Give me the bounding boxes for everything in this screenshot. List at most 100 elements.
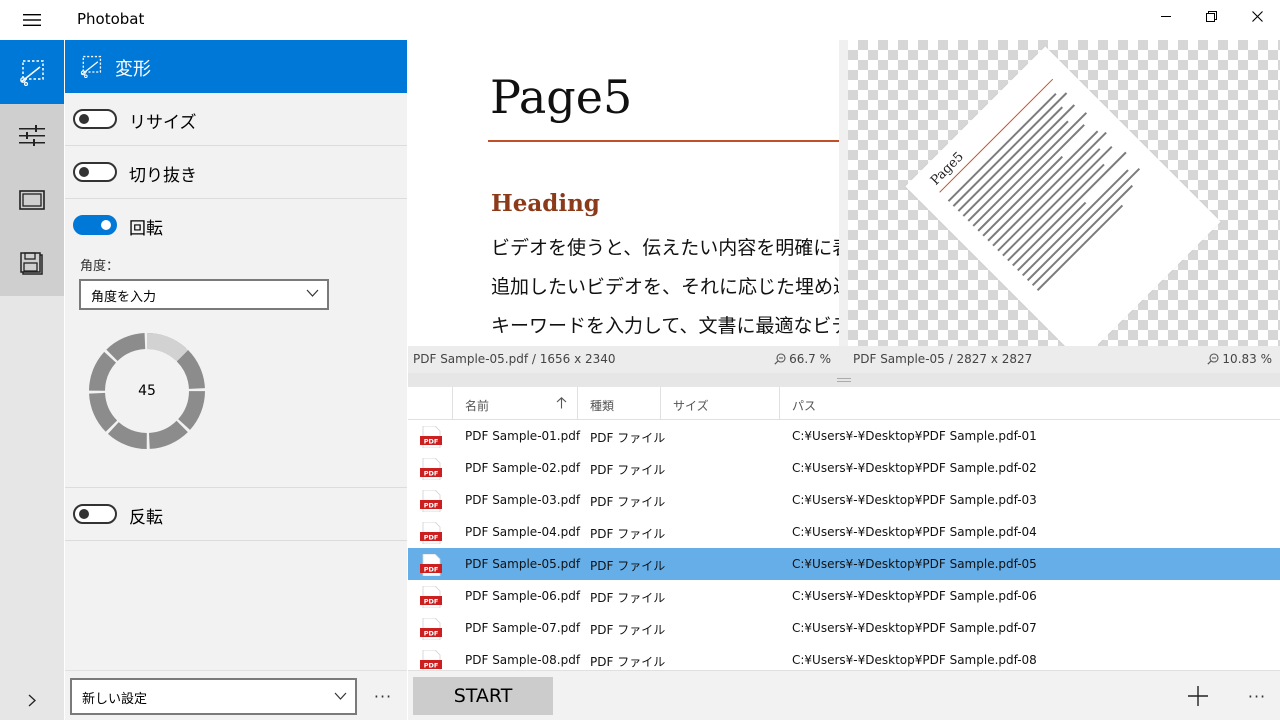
rotate-label: 回転 <box>129 219 163 239</box>
column-size[interactable]: サイズ <box>661 387 780 419</box>
file-path: C:¥Users¥-¥Desktop¥PDF Sample.pdf-01 <box>792 429 1037 443</box>
file-path: C:¥Users¥-¥Desktop¥PDF Sample.pdf-02 <box>792 461 1037 475</box>
file-type: PDF ファイル <box>590 495 666 509</box>
start-button[interactable]: START <box>413 677 553 715</box>
preview-text-line: ビデオを使うと、伝えたい内容を明確に表 <box>491 237 839 259</box>
column-size-label: サイズ <box>673 399 709 413</box>
file-name: PDF Sample-07.pdf <box>465 621 581 635</box>
result-zoom-value: 10.83 % <box>1222 352 1272 366</box>
file-type: PDF ファイル <box>590 527 666 541</box>
angle-value: 45 <box>138 383 156 399</box>
zoom-icon <box>1207 353 1219 365</box>
rail-expand-button[interactable] <box>0 680 64 720</box>
table-row[interactable]: PDF PDF Sample-03.pdf PDF ファイル C:¥Users¥-¥D… <box>408 484 1280 516</box>
file-type: PDF ファイル <box>590 623 666 637</box>
app-title: Photobat <box>77 10 145 28</box>
restore-button[interactable] <box>1188 0 1234 32</box>
pdf-file-icon: PDF <box>420 490 442 512</box>
pane-splitter[interactable] <box>408 373 1280 387</box>
close-button[interactable] <box>1234 0 1280 32</box>
pdf-icon-label: PDF <box>424 501 439 509</box>
title-bar: Photobat <box>0 0 1280 40</box>
rail-item-frame[interactable] <box>0 168 64 232</box>
table-row[interactable]: PDF PDF Sample-07.pdf PDF ファイル C:¥Users¥-¥D… <box>408 612 1280 644</box>
panel-title: 変形 <box>115 59 151 80</box>
preset-dropdown-value: 新しい設定 <box>82 692 148 707</box>
table-row[interactable]: PDF PDF Sample-01.pdf PDF ファイル C:¥Users¥-¥D… <box>408 420 1280 452</box>
file-type: PDF ファイル <box>590 655 666 669</box>
result-preview[interactable]: Page5 <box>848 40 1280 346</box>
resize-label: リサイズ <box>129 113 197 133</box>
column-icon[interactable] <box>408 387 453 419</box>
option-crop: 切り抜き <box>65 146 407 199</box>
column-path[interactable]: パス <box>780 387 1280 419</box>
table-row[interactable]: PDF PDF Sample-06.pdf PDF ファイル C:¥Users¥-¥D… <box>408 580 1280 612</box>
transform-icon <box>80 55 102 78</box>
close-icon <box>1251 10 1263 22</box>
preset-bar: 新しい設定 ··· <box>65 670 407 720</box>
transform-settings-panel: 変形 リサイズ 切り抜き 回転 角度： 角度を入力 45 反転 <box>65 40 407 670</box>
zoom-icon <box>774 353 786 365</box>
column-name[interactable]: 名前 <box>453 387 578 419</box>
angle-dropdown-value: 角度を入力 <box>91 290 157 305</box>
pdf-file-icon: PDF <box>420 650 442 670</box>
file-path: C:¥Users¥-¥Desktop¥PDF Sample.pdf-08 <box>792 653 1037 667</box>
original-zoom[interactable]: 66.7 % <box>774 352 831 366</box>
pdf-file-icon: PDF <box>420 586 442 608</box>
adjust-sliders-icon <box>19 125 45 146</box>
pdf-file-icon: PDF <box>420 618 442 640</box>
column-name-label: 名前 <box>465 399 490 413</box>
file-name: PDF Sample-05.pdf <box>465 557 581 571</box>
original-file-info: PDF Sample-05.pdf / 1656 x 2340 <box>413 352 616 366</box>
rotated-page-text <box>947 87 1155 294</box>
preview-text-line: キーワードを入力して、文書に最適なビデ <box>491 315 839 337</box>
preview-title-rule <box>488 140 839 142</box>
table-row[interactable]: PDF PDF Sample-02.pdf PDF ファイル C:¥Users¥-¥D… <box>408 452 1280 484</box>
file-name: PDF Sample-08.pdf <box>465 653 581 667</box>
pdf-icon-label: PDF <box>424 533 439 541</box>
file-type: PDF ファイル <box>590 463 666 477</box>
preset-dropdown[interactable]: 新しい設定 <box>70 678 357 715</box>
original-preview[interactable]: Page5 Heading ビデオを使うと、伝えたい内容を明確に表 追加したいビ… <box>408 40 839 346</box>
pdf-file-icon: PDF <box>420 554 442 576</box>
column-type[interactable]: 種類 <box>578 387 661 419</box>
angle-dial[interactable]: 45 <box>87 331 207 451</box>
crop-label: 切り抜き <box>129 166 197 186</box>
file-type: PDF ファイル <box>590 559 666 573</box>
actions-more-button[interactable]: ··· <box>1241 680 1273 712</box>
file-list: 名前 種類 サイズ パス PDF PDF Sample-01.pdf PDF ファイ… <box>408 387 1280 670</box>
result-zoom[interactable]: 10.83 % <box>1207 352 1272 366</box>
crop-toggle[interactable] <box>73 162 117 182</box>
table-row[interactable]: PDF PDF Sample-08.pdf PDF ファイル C:¥Users¥-¥D… <box>408 644 1280 670</box>
file-name: PDF Sample-02.pdf <box>465 461 581 475</box>
table-row[interactable]: PDF PDF Sample-05.pdf PDF ファイル C:¥Users¥-¥D… <box>408 548 1280 580</box>
rail-item-transform[interactable] <box>0 40 64 104</box>
resize-toggle[interactable] <box>73 109 117 129</box>
rotated-page: Page5 <box>905 46 1221 346</box>
frame-icon <box>19 190 45 210</box>
flip-toggle[interactable] <box>73 504 117 524</box>
file-name: PDF Sample-06.pdf <box>465 589 581 603</box>
angle-dropdown[interactable]: 角度を入力 <box>79 279 329 310</box>
pdf-file-icon: PDF <box>420 426 442 448</box>
file-type: PDF ファイル <box>590 591 666 605</box>
pdf-icon-label: PDF <box>424 437 439 445</box>
rail-item-save[interactable] <box>0 232 64 296</box>
pdf-icon-label: PDF <box>424 565 439 573</box>
rotate-toggle[interactable] <box>73 215 117 235</box>
sort-ascending-icon <box>556 397 567 409</box>
preview-page-title: Page5 <box>490 70 633 124</box>
preview-text-line: 追加したいビデオを、それに応じた埋め込 <box>491 276 839 298</box>
panel-header: 変形 <box>65 40 407 93</box>
minimize-button[interactable] <box>1143 0 1189 32</box>
rail-item-adjust[interactable] <box>0 104 64 168</box>
preset-more-button[interactable]: ··· <box>367 680 399 712</box>
original-info-bar: PDF Sample-05.pdf / 1656 x 2340 66.7 % <box>408 346 839 373</box>
file-name: PDF Sample-04.pdf <box>465 525 581 539</box>
table-row[interactable]: PDF PDF Sample-04.pdf PDF ファイル C:¥Users¥-¥D… <box>408 516 1280 548</box>
add-file-button[interactable] <box>1182 680 1214 712</box>
action-bar: START ··· <box>408 670 1280 720</box>
file-path: C:¥Users¥-¥Desktop¥PDF Sample.pdf-03 <box>792 493 1037 507</box>
column-path-label: パス <box>792 399 817 413</box>
hamburger-menu-button[interactable] <box>0 0 64 40</box>
